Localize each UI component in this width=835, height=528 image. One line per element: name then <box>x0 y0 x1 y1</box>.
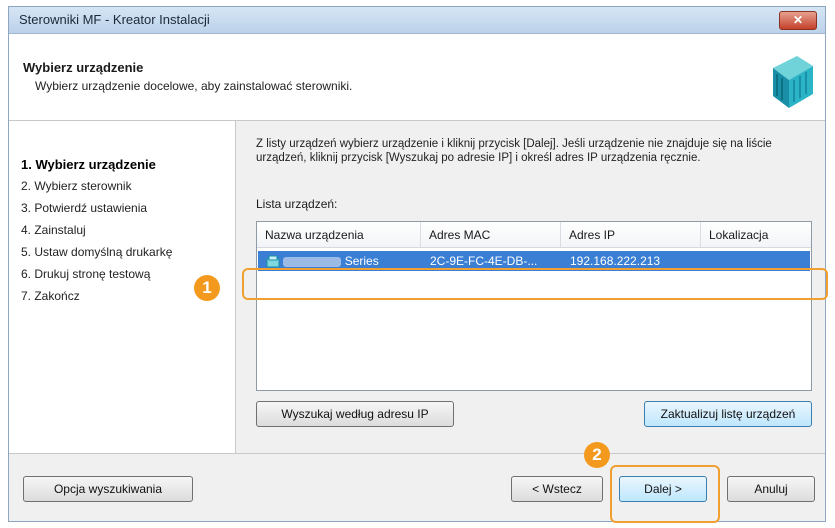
refresh-device-list-button[interactable]: Zaktualizuj listę urządzeń <box>644 401 812 427</box>
column-header-name[interactable]: Nazwa urządzenia <box>257 222 421 248</box>
back-button[interactable]: < Wstecz <box>511 476 603 502</box>
step-6: 6. Drukuj stronę testową <box>21 267 151 281</box>
step-5: 5. Ustaw domyślną drukarkę <box>21 245 173 259</box>
callout-2: 2 <box>584 442 610 468</box>
step-7: 7. Zakończ <box>21 289 80 303</box>
highlight-next-button <box>610 465 720 523</box>
search-options-button[interactable]: Opcja wyszukiwania <box>23 476 193 502</box>
device-name: Series <box>344 254 379 268</box>
wizard-header: Wybierz urządzenie Wybierz urządzenie do… <box>9 34 825 121</box>
instructions-text: Z listy urządzeń wybierz urządzenie i kl… <box>256 138 772 164</box>
title-bar: Sterowniki MF - Kreator Instalacji ✕ <box>9 7 825 34</box>
installer-window: Sterowniki MF - Kreator Instalacji ✕ Wyb… <box>8 6 826 522</box>
step-3: 3. Potwierdź ustawienia <box>21 201 148 215</box>
window-title: Sterowniki MF - Kreator Instalacji <box>19 12 210 27</box>
column-header-mac[interactable]: Adres MAC <box>421 222 561 248</box>
search-by-ip-button[interactable]: Wyszukaj według adresu IP <box>256 401 454 427</box>
column-header-ip[interactable]: Adres IP <box>561 222 701 248</box>
highlight-device-row <box>242 268 828 300</box>
cancel-button[interactable]: Anuluj <box>727 476 815 502</box>
step-2: 2. Wybierz sterownik <box>21 179 132 193</box>
step-4: 4. Zainstaluj <box>21 223 86 237</box>
device-ip: 192.168.222.213 <box>570 254 661 268</box>
header-title: Wybierz urządzenie <box>23 60 144 75</box>
step-1: 1. Wybierz urządzenie <box>21 157 156 172</box>
close-button[interactable]: ✕ <box>779 11 817 30</box>
device-name-cell: Series <box>266 254 379 269</box>
device-list[interactable]: Nazwa urządzenia Adres MAC Adres IP Loka… <box>256 221 812 391</box>
column-header-location[interactable]: Lokalizacja <box>701 222 811 248</box>
device-list-label: Lista urządzeń: <box>256 197 338 211</box>
header-subtitle: Wybierz urządzenie docelowe, aby zainsta… <box>35 79 353 93</box>
redacted-model-name <box>283 256 342 267</box>
callout-1: 1 <box>194 275 220 301</box>
printer-driver-icon <box>773 56 813 108</box>
device-mac: 2C-9E-FC-4E-DB-... <box>430 254 538 268</box>
device-icon <box>266 255 280 268</box>
